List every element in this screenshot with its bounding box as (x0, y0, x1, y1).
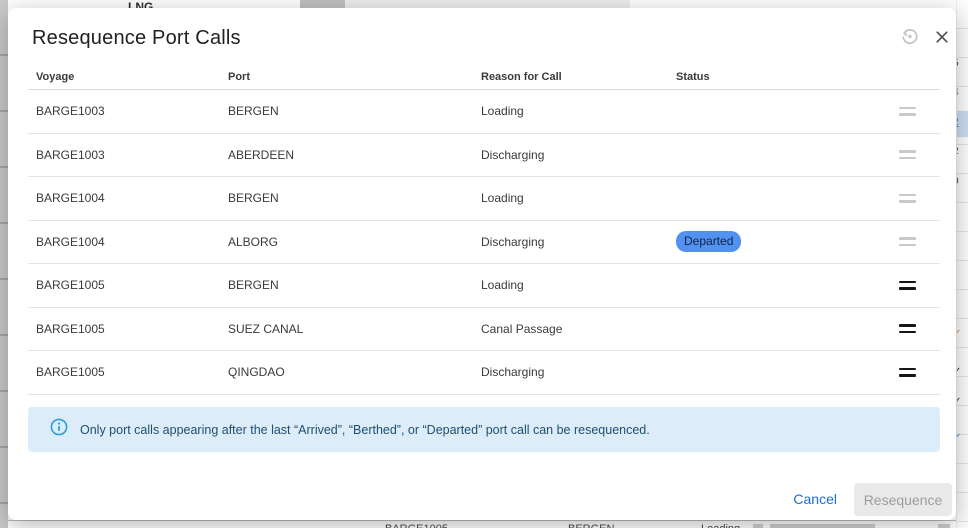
cell-voyage: BARGE1005 (36, 322, 228, 336)
background-digit-fragment: 2 (956, 117, 959, 128)
cell-reason: Canal Passage (481, 322, 676, 336)
info-banner: Only port calls appearing after the last… (28, 407, 940, 452)
background-digit-fragment: 4 (956, 87, 959, 98)
drag-handle-icon[interactable] (899, 324, 916, 333)
restore-order-button[interactable] (896, 25, 922, 51)
port-call-row: BARGE1003 ABERDEEN Discharging (28, 134, 940, 178)
column-header-port: Port (228, 71, 481, 83)
drag-handle-icon (899, 107, 916, 116)
close-button[interactable] (929, 25, 955, 51)
column-header-reason: Reason for Call (481, 71, 676, 83)
background-row-fragment: Loading (701, 523, 740, 528)
port-call-row: BARGE1005 BERGEN Loading (28, 264, 940, 308)
cell-voyage: BARGE1004 (36, 191, 228, 205)
close-icon (931, 26, 953, 51)
drag-handle-icon (899, 194, 916, 203)
background-right-edge: 5 4 2 2 0 ✓ ✓ ✓ ✓ (956, 0, 968, 528)
cell-status: Departed (676, 231, 852, 252)
cell-port: ABERDEEN (228, 148, 481, 162)
resequence-button[interactable]: Resequence (854, 483, 952, 516)
cell-reason: Discharging (481, 365, 676, 379)
background-digit-fragment: 0 (956, 176, 959, 187)
background-scrollbar-fragment (300, 0, 345, 8)
background-check-fragment: ✓ (956, 396, 961, 407)
port-calls-table: Voyage Port Reason for Call Status BARGE… (28, 64, 940, 395)
port-call-row: BARGE1004 ALBORG Discharging Departed (28, 221, 940, 265)
cell-reason: Discharging (481, 235, 676, 249)
port-call-row: BARGE1005 SUEZ CANAL Canal Passage (28, 308, 940, 352)
drag-handle-icon (899, 150, 916, 159)
background-check-fragment: ✓ (956, 328, 961, 339)
table-header-row: Voyage Port Reason for Call Status (28, 64, 940, 90)
background-row-fragment: BERGEN (568, 523, 614, 528)
cell-port: ALBORG (228, 235, 481, 249)
background-header-fragment (345, 0, 630, 8)
status-badge-departed: Departed (676, 231, 741, 252)
background-left-edge (0, 0, 8, 528)
background-digit-fragment: 5 (956, 58, 959, 69)
dialog-title: Resequence Port Calls (32, 27, 241, 50)
drag-handle-icon[interactable] (899, 281, 916, 290)
cell-port: QINGDAO (228, 365, 481, 379)
cell-voyage: BARGE1005 (36, 365, 228, 379)
port-call-row: BARGE1003 BERGEN Loading (28, 90, 940, 134)
resequence-port-calls-dialog: Resequence Port Calls Voyage Port (8, 8, 956, 520)
cell-port: BERGEN (228, 191, 481, 205)
cancel-button[interactable]: Cancel (793, 483, 837, 516)
background-top-edge: LNG (8, 0, 968, 8)
restore-icon (898, 25, 921, 51)
info-icon (50, 418, 68, 441)
cell-voyage: BARGE1004 (36, 235, 228, 249)
cell-voyage: BARGE1005 (36, 278, 228, 292)
background-checkbox-fragment (753, 524, 763, 528)
background-check-fragment: ✓ (956, 432, 961, 443)
background-digit-fragment: 2 (956, 146, 959, 157)
background-row-fragment: BARGE1005 (385, 523, 448, 528)
port-call-row: BARGE1005 QINGDAO Discharging (28, 351, 940, 395)
column-header-voyage: Voyage (36, 71, 228, 83)
cell-port: BERGEN (228, 278, 481, 292)
cell-voyage: BARGE1003 (36, 148, 228, 162)
port-call-row: BARGE1004 BERGEN Loading (28, 177, 940, 221)
cell-reason: Loading (481, 278, 676, 292)
column-header-status: Status (676, 71, 852, 83)
cell-port: BERGEN (228, 104, 481, 118)
cell-voyage: BARGE1003 (36, 104, 228, 118)
background-check-fragment: ✓ (956, 366, 961, 377)
cell-reason: Loading (481, 104, 676, 118)
background-date-fragment (770, 524, 875, 528)
screen: LNG 5 4 2 2 0 ✓ ✓ ✓ ✓ BARGE1005 BERGEN L… (0, 0, 968, 528)
cell-port: SUEZ CANAL (228, 322, 481, 336)
drag-handle-icon (899, 237, 916, 246)
cell-reason: Loading (481, 191, 676, 205)
info-banner-text: Only port calls appearing after the last… (80, 423, 650, 437)
background-bottom-edge: BARGE1005 BERGEN Loading (8, 520, 956, 528)
cell-reason: Discharging (481, 148, 676, 162)
background-lng-label: LNG (128, 0, 153, 8)
background-checkbox-fragment (938, 524, 950, 528)
drag-handle-icon[interactable] (899, 368, 916, 377)
